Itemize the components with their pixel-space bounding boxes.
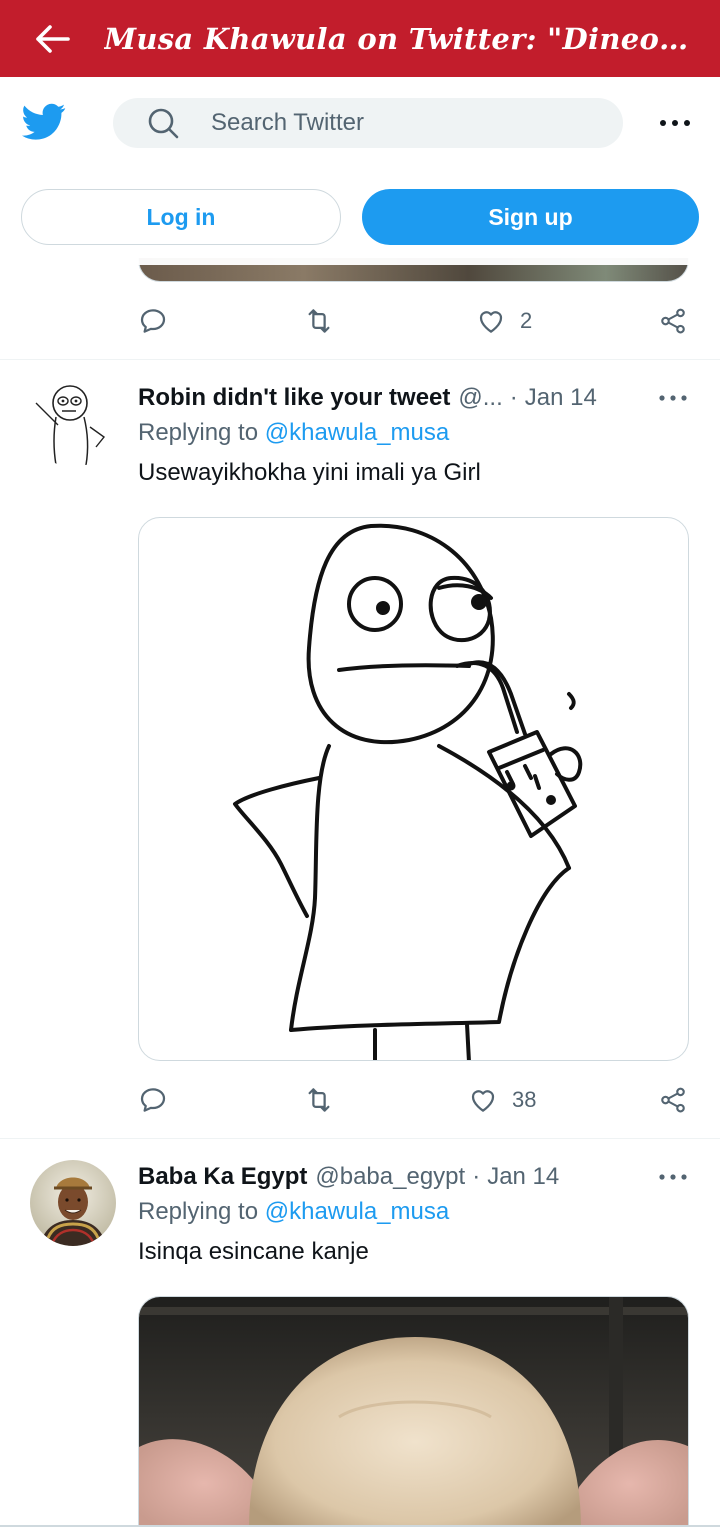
mention-link[interactable]: @khawula_musa xyxy=(265,1198,449,1225)
share-icon xyxy=(661,308,685,334)
heart-icon xyxy=(471,1090,495,1112)
author-handle[interactable]: @... xyxy=(458,384,502,412)
retweet-button[interactable] xyxy=(304,1082,334,1118)
separator-dot: · xyxy=(472,1163,481,1190)
author-name[interactable]: Robin didn't like your tweet xyxy=(138,384,450,412)
tweet-date[interactable]: Jan 14 xyxy=(487,1163,559,1191)
page-title: Musa Khawula on Twitter: "Dineo Ran... xyxy=(104,21,698,56)
signup-button[interactable]: Sign up xyxy=(362,189,699,245)
share-icon xyxy=(661,1087,685,1113)
tweet-text: Isinqa esincane kanje xyxy=(138,1238,369,1265)
twitter-header: Search Twitter Log in Sign up xyxy=(0,77,720,265)
share-button[interactable] xyxy=(658,1082,688,1118)
author-name[interactable]: Baba Ka Egypt xyxy=(138,1163,307,1191)
tweet-header: Robin didn't like your tweet @... · Jan … xyxy=(138,381,638,415)
retweet-button[interactable] xyxy=(304,303,334,339)
like-count: 2 xyxy=(520,308,533,333)
replying-to-label: Replying to xyxy=(138,419,265,446)
like-button[interactable]: 2 xyxy=(476,303,532,339)
replying-to: Replying to @khawula_musa xyxy=(138,1198,449,1226)
tweet-header: Baba Ka Egypt @baba_egypt · Jan 14 xyxy=(138,1160,638,1194)
search-bar[interactable]: Search Twitter xyxy=(113,98,623,148)
reply-button[interactable] xyxy=(138,1082,168,1118)
avatar[interactable] xyxy=(30,1160,116,1246)
reply-icon xyxy=(140,309,166,333)
person-avatar xyxy=(30,1160,116,1246)
author-handle[interactable]: @baba_egypt xyxy=(315,1163,465,1191)
tweet-divider xyxy=(0,359,720,360)
stick-figure-avatar xyxy=(30,381,116,467)
tweet-text: Usewayikhokha yini imali ya Girl xyxy=(138,459,481,486)
tweet-media-image[interactable] xyxy=(138,1296,689,1527)
like-button[interactable]: 38 xyxy=(468,1082,536,1118)
arrow-left-icon xyxy=(36,24,70,53)
app-bar: Musa Khawula on Twitter: "Dineo Ran... xyxy=(0,0,720,77)
mention-link[interactable]: @khawula_musa xyxy=(265,419,449,446)
separator-dot: · xyxy=(509,384,518,411)
reply-button[interactable] xyxy=(138,303,168,339)
search-input[interactable]: Search Twitter xyxy=(211,109,364,137)
retweet-icon xyxy=(308,309,330,333)
tweet[interactable]: Baba Ka Egypt @baba_egypt · Jan 14 Reply… xyxy=(0,1160,720,1527)
tweet[interactable]: Robin didn't like your tweet @... · Jan … xyxy=(0,381,720,1141)
heart-icon xyxy=(479,311,503,333)
tweet-date[interactable]: Jan 14 xyxy=(525,384,597,412)
more-horizontal-icon[interactable] xyxy=(658,391,688,405)
more-horizontal-icon[interactable] xyxy=(658,1170,688,1184)
dog-photo-image xyxy=(139,1297,688,1527)
back-button[interactable] xyxy=(0,0,104,77)
retweet-icon xyxy=(308,1088,330,1112)
tweet-divider xyxy=(0,1138,720,1139)
share-button[interactable] xyxy=(658,303,688,339)
tweet-media-image[interactable] xyxy=(138,517,689,1061)
twitter-bird-icon[interactable] xyxy=(22,103,66,141)
tweet-actions: 38 xyxy=(138,1082,689,1118)
stick-figure-drinking-image xyxy=(233,523,583,1060)
previous-tweet-actions: 2 xyxy=(138,303,689,339)
like-count: 38 xyxy=(512,1087,537,1112)
reply-icon xyxy=(140,1088,166,1112)
avatar[interactable] xyxy=(30,381,116,467)
replying-to-label: Replying to xyxy=(138,1198,265,1225)
replying-to: Replying to @khawula_musa xyxy=(138,419,449,447)
more-horizontal-icon[interactable] xyxy=(657,113,693,133)
search-icon xyxy=(148,108,179,139)
login-button[interactable]: Log in xyxy=(21,189,341,245)
